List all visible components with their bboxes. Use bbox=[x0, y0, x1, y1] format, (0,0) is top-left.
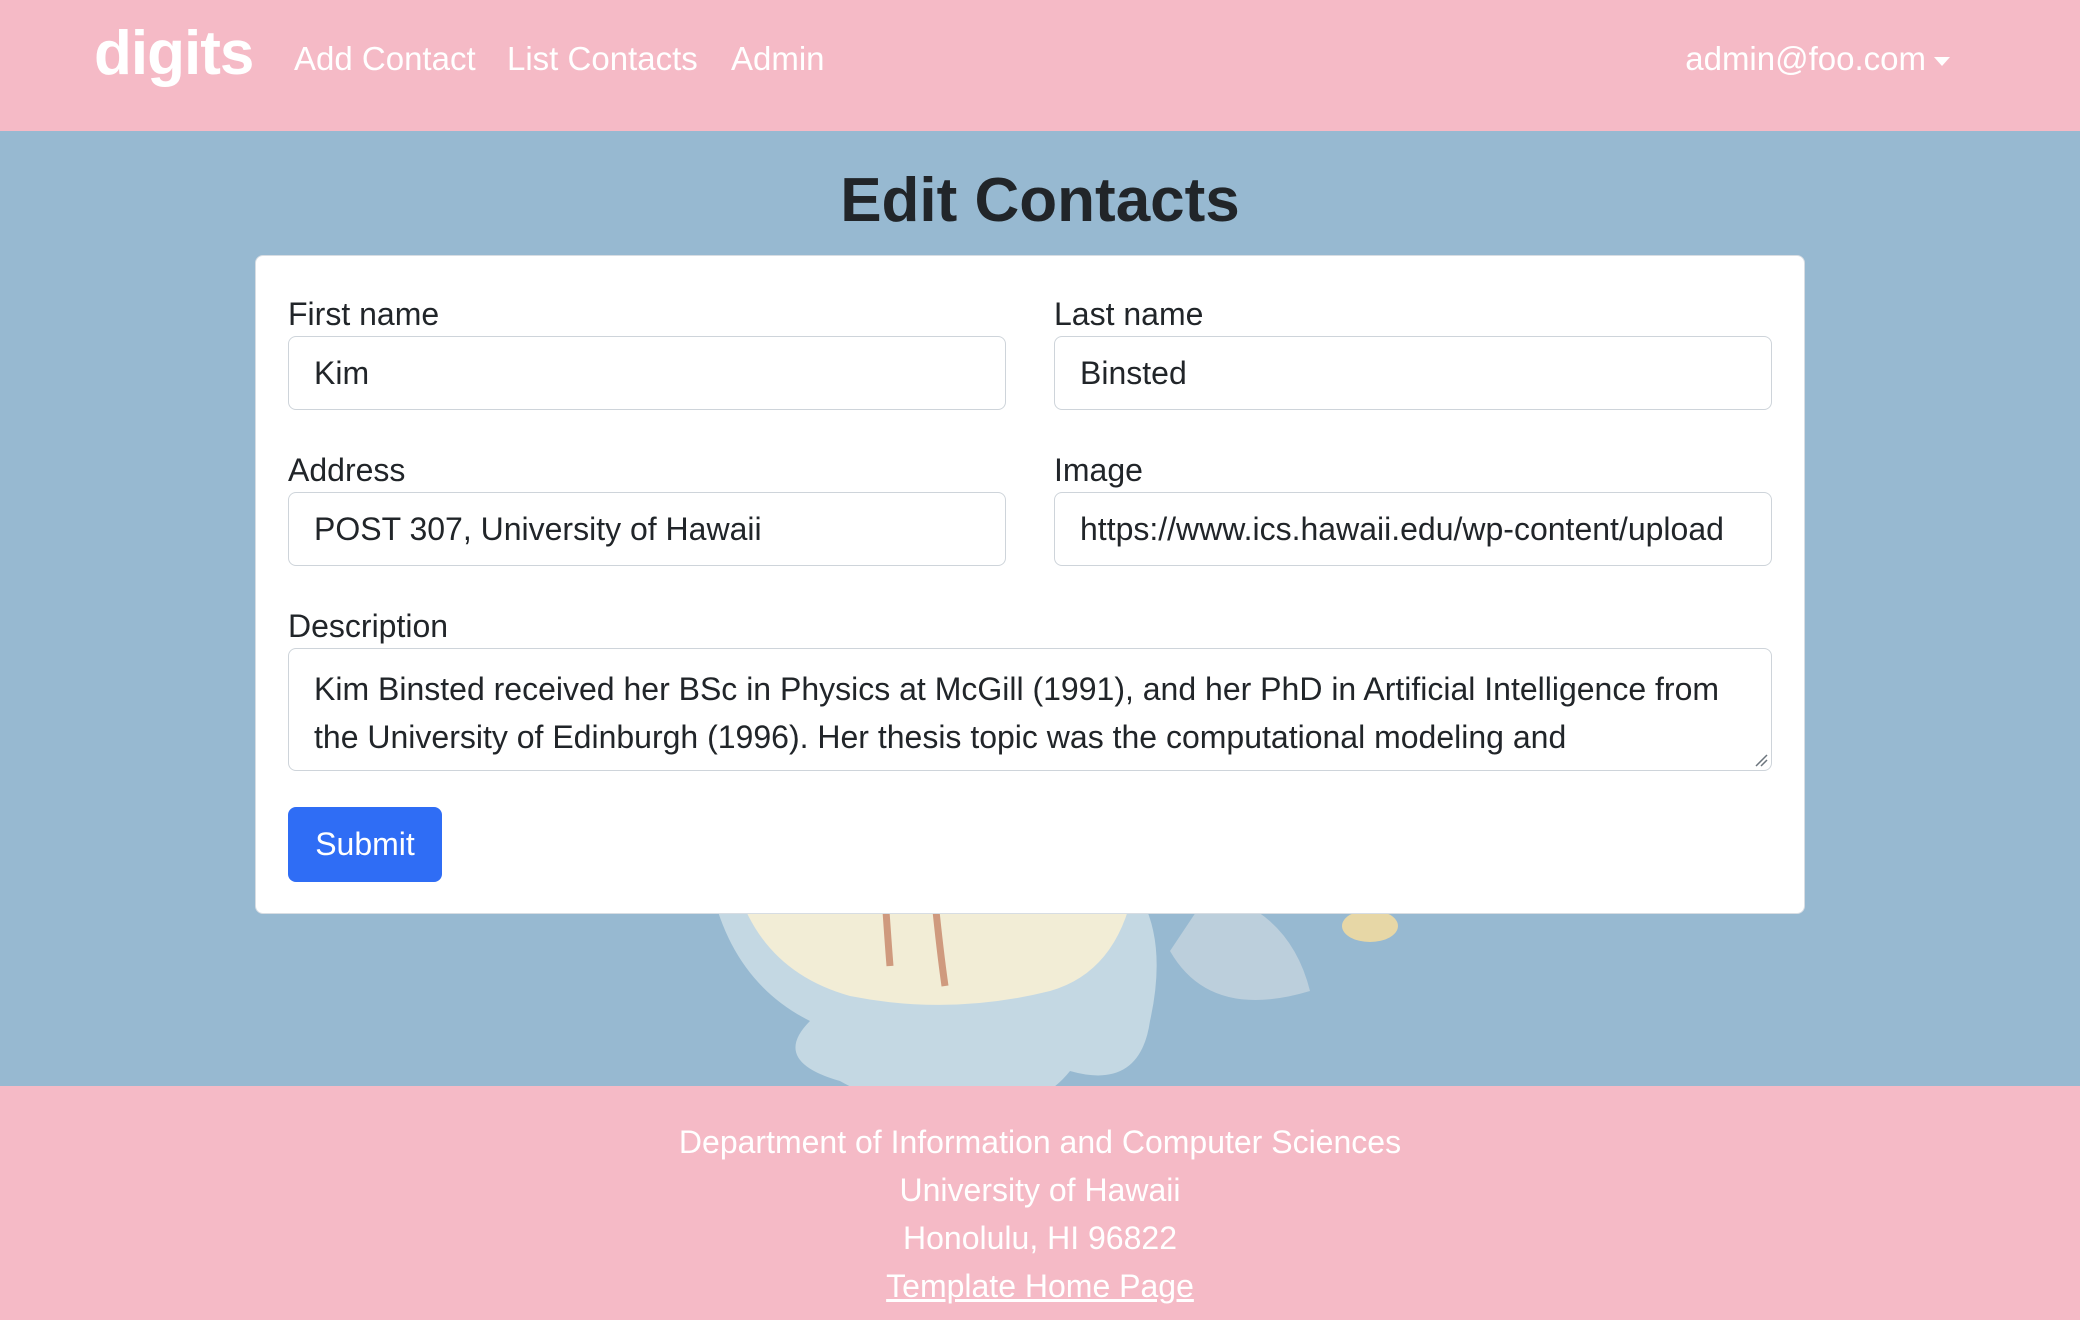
address-label: Address bbox=[288, 452, 406, 488]
address-input[interactable]: POST 307, University of Hawaii bbox=[288, 492, 1006, 566]
footer-university: University of Hawaii bbox=[899, 1172, 1181, 1208]
nav-admin[interactable]: Admin bbox=[731, 40, 825, 78]
description-textarea[interactable]: Kim Binsted received her BSc in Physics … bbox=[288, 648, 1772, 771]
description-label: Description bbox=[288, 608, 449, 644]
description-text: Kim Binsted received her BSc in Physics … bbox=[314, 671, 1720, 755]
submit-button[interactable]: Submit bbox=[288, 807, 442, 882]
nav-list-contacts[interactable]: List Contacts bbox=[507, 40, 698, 78]
last-name-input[interactable]: Binsted bbox=[1054, 336, 1772, 410]
footer: Department of Information and Computer S… bbox=[0, 1086, 2080, 1320]
edit-contact-form: First name Kim Last name Binsted Address… bbox=[255, 255, 1805, 914]
template-home-page-link[interactable]: Template Home Page bbox=[886, 1268, 1194, 1304]
nav-add-contact[interactable]: Add Contact bbox=[294, 40, 476, 78]
resize-handle-icon[interactable] bbox=[1754, 753, 1768, 767]
chevron-down-icon bbox=[1934, 56, 1950, 66]
footer-address: Honolulu, HI 96822 bbox=[903, 1220, 1177, 1256]
image-label: Image bbox=[1054, 452, 1143, 488]
first-name-input[interactable]: Kim bbox=[288, 336, 1006, 410]
last-name-label: Last name bbox=[1054, 296, 1204, 332]
user-dropdown[interactable]: admin@foo.com bbox=[1685, 40, 1950, 78]
user-email: admin@foo.com bbox=[1685, 40, 1926, 77]
main-content: Edit Contacts First name Kim Last name B… bbox=[0, 131, 2080, 1086]
brand-logo-link[interactable]: digits bbox=[94, 18, 254, 89]
footer-department: Department of Information and Computer S… bbox=[678, 1124, 1402, 1160]
page-title: Edit Contacts bbox=[840, 166, 1240, 235]
first-name-label: First name bbox=[288, 296, 440, 332]
image-url-input[interactable]: https://www.ics.hawaii.edu/wp-content/up… bbox=[1054, 492, 1772, 566]
top-navbar: digits Add Contact List Contacts Admin a… bbox=[0, 0, 2080, 131]
